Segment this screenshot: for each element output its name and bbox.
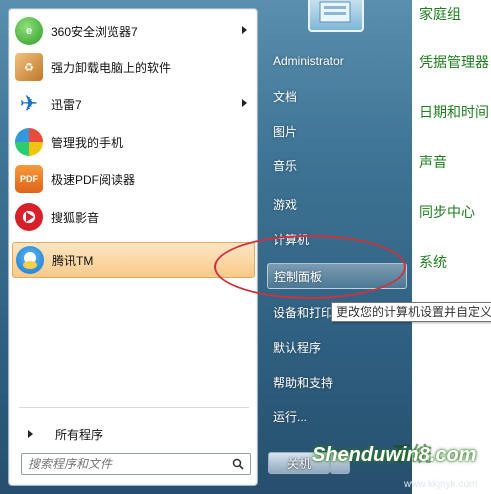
submenu-arrow-icon[interactable] [242,99,247,107]
program-thunder[interactable]: ✈ 迅雷7 [12,86,255,122]
sohu-video-icon [15,203,43,231]
program-pdf-reader[interactable]: PDF 极速PDF阅读器 [12,161,255,197]
uninstall-icon: ♻ [15,53,43,81]
shutdown-label: 关机 [287,456,312,471]
right-item-documents[interactable]: 文档 [267,83,407,109]
tencent-tm-icon [16,246,44,274]
submenu-arrow-icon[interactable] [242,26,247,34]
cp-item-credentials[interactable]: 凭据管理器 [419,52,489,72]
cp-item-sound[interactable]: 声音 [419,152,447,172]
right-item-games[interactable]: 游戏 [267,191,407,217]
right-item-user[interactable]: Administrator [267,48,407,74]
right-item-music[interactable]: 音乐 [267,152,407,178]
expand-arrow-icon [28,430,33,438]
program-label: 强力卸载电脑上的软件 [51,60,172,75]
right-item-default-programs[interactable]: 默认程序 [267,334,407,360]
divider [19,407,249,408]
cp-item-datetime[interactable]: 日期和时间 [419,102,489,122]
right-item-help-support[interactable]: 帮助和支持 [267,369,407,395]
user-avatar[interactable] [308,0,364,32]
search-input[interactable] [22,454,226,474]
right-item-pictures[interactable]: 图片 [267,118,407,144]
program-sohu-video[interactable]: 搜狐影音 [12,199,255,235]
thunder-icon: ✈ [19,91,39,116]
tooltip: 更改您的计算机设置并自定义 [331,302,491,322]
programs-pane: e 360安全浏览器7 ♻ 强力卸载电脑上的软件 ✈ 迅雷7 管理我的手机 PD… [8,8,258,486]
program-360-browser[interactable]: e 360安全浏览器7 [12,13,255,49]
control-panel-window: 家庭组 凭据管理器 日期和时间 声音 同步中心 系统 [410,0,491,494]
right-item-computer[interactable]: 计算机 [267,226,407,252]
search-box [21,453,251,475]
cp-item-homegroup[interactable]: 家庭组 [419,4,461,24]
all-programs-button[interactable]: 所有程序 [12,421,255,447]
all-programs-label: 所有程序 [55,427,104,442]
program-uninstaller[interactable]: ♻ 强力卸载电脑上的软件 [12,49,255,85]
cp-item-sync-center[interactable]: 同步中心 [419,202,475,222]
watermark-url: www.kkjnyk.com [404,479,478,490]
program-label: 极速PDF阅读器 [51,172,136,187]
watermark-text: Shenduwin8.com [312,444,477,466]
right-item-run[interactable]: 运行... [267,403,407,429]
browser-360-icon: e [15,17,43,45]
program-label: 腾讯TM [52,253,94,268]
program-tencent-tm[interactable]: 腾讯TM [12,242,255,278]
program-label: 迅雷7 [51,97,82,112]
phone-manager-icon [15,128,43,156]
program-label: 360安全浏览器7 [51,24,138,39]
start-menu: e 360安全浏览器7 ♻ 强力卸载电脑上的软件 ✈ 迅雷7 管理我的手机 PD… [0,0,412,494]
program-label: 搜狐影音 [51,210,100,225]
pdf-reader-icon: PDF [15,165,43,193]
search-icon[interactable] [226,454,250,474]
program-label: 管理我的手机 [51,135,124,150]
cp-item-system[interactable]: 系统 [419,252,447,272]
right-item-control-panel[interactable]: 控制面板 [267,263,407,289]
program-phone-manager[interactable]: 管理我的手机 [12,124,255,160]
